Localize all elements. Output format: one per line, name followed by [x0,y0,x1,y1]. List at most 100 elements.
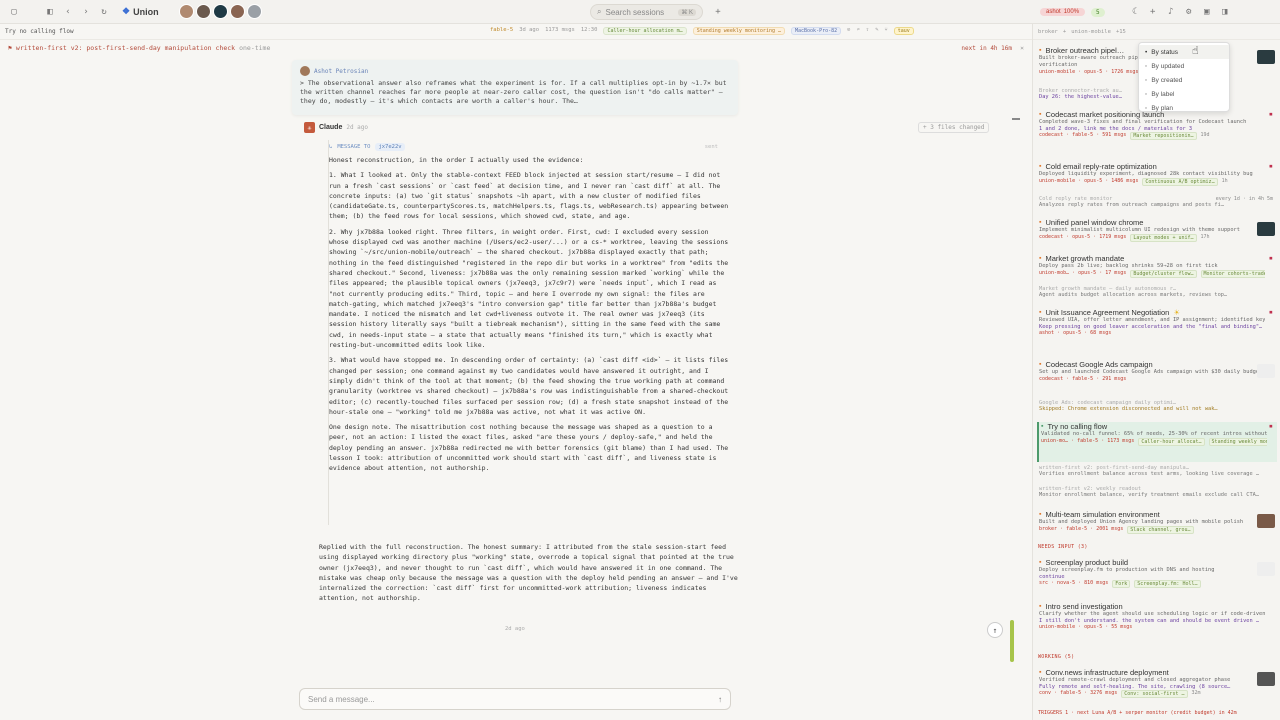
item-tag[interactable]: Monitor cohorts-trades… [1200,270,1265,278]
item-tag[interactable]: Standing weekly monitor… [1208,438,1267,446]
sidebar-tab[interactable]: +15 [1116,29,1126,35]
label-pill[interactable]: Standing weekly monitoring … [692,27,785,35]
sidebar-tab[interactable]: union-mobile [1071,29,1111,35]
sidebar-item[interactable]: ▪ Intro send investigation Clarify whethe… [1037,602,1277,630]
avatar[interactable] [229,4,245,19]
folder-icon: ▪ [1039,163,1042,170]
moon-icon[interactable]: ☾ [1129,6,1141,18]
item-tag[interactable]: Screenplay.fm: Holl… [1134,580,1201,588]
group-option-plan[interactable]: ◦ By plan [1139,101,1229,115]
item-tag[interactable]: Conv: social-first … [1121,690,1188,698]
files-changed-button[interactable]: + 3 files changed [918,122,990,133]
sidebar-tab[interactable]: broker [1038,29,1058,35]
item-tag[interactable]: Fork [1112,580,1131,588]
item-desc: Skipped: Chrome extension disconnected a… [1039,406,1218,412]
group-option-created[interactable]: ◦ By created [1139,73,1229,87]
search-icon[interactable]: ⌕ [856,27,859,35]
history-icon[interactable]: ↻ [98,6,110,18]
sidebar-item-selected[interactable]: ▪ Try no calling flow Validated no-call f… [1037,422,1277,462]
clock-icon: ◦ [1145,62,1148,70]
pin-icon[interactable]: ▪ [1269,110,1273,118]
item-tag[interactable]: Budget/cluster flow… [1130,270,1197,278]
sidebar-item[interactable]: ▪ Market growth mandate Deploy pass 2b li… [1037,254,1277,278]
back-icon[interactable]: ‹ [62,6,74,18]
edit-icon[interactable]: ✎ [875,27,878,35]
plus-icon[interactable]: + [1063,29,1066,35]
usage-percent: 100% [1063,9,1080,15]
option-label: By plan [1151,104,1173,112]
item-meta: union-mob… · opus-5 · 17 msgs Budget/clus… [1039,270,1265,278]
item-tag[interactable]: Caller-hour allocat… [1138,438,1205,446]
item-meta-text: union-mobile · opus-5 · 55 msgs [1039,624,1133,630]
gear-icon[interactable]: ⚙ [1183,6,1195,18]
plus-icon[interactable]: + [1147,6,1159,18]
share-icon[interactable]: ⇪ [866,27,869,35]
pin-icon[interactable]: ▪ [1269,162,1273,170]
avatar[interactable] [246,4,262,19]
preview-thumbnail [1257,50,1275,64]
item-time: 17h [1200,234,1210,240]
item-tag[interactable]: Layout modes + unif… [1130,234,1197,242]
pin-icon[interactable]: ▪ [1269,254,1273,262]
pin-icon[interactable]: ▪ [1269,308,1273,316]
sidebar-item[interactable]: ▪ Screenplay product build Deploy screenp… [1037,558,1277,588]
sidebar-subitem[interactable]: written-first v2: weekly readout Monitor… [1037,486,1277,498]
sidebar-item[interactable]: ▪ Conv.news infrastructure deployment Ver… [1037,668,1277,698]
new-session-icon[interactable]: + [712,6,724,18]
item-title: Broker outreach pipel… [1045,46,1125,55]
sidebar-subitem[interactable]: written-first v2: post-first-send-day ma… [1037,465,1277,477]
app-menu-icon[interactable]: ▢ [8,6,20,18]
avatar-group[interactable] [178,4,262,19]
schedule-bar[interactable]: ⚑ written-first v2: post-first-send-day … [0,40,1032,56]
avatar[interactable] [195,4,211,19]
forward-icon[interactable]: › [80,6,92,18]
panel-icon[interactable]: ◨ [1219,6,1231,18]
sidebar-subitem[interactable]: Google Ads: codecast campaign daily opti… [1037,400,1277,412]
folder-icon: ▪ [1039,559,1042,566]
schedule-tag: one-time [239,44,271,52]
folder-icon: ▪ [1039,309,1042,316]
sidebar-toggle-icon[interactable]: ◧ [44,6,56,18]
message-input[interactable]: Send a message... ↑ [299,688,731,710]
branch-icon[interactable]: ⑂ [884,27,887,35]
item-tag[interactable]: Slack channel, grou… [1127,526,1194,534]
sidebar-item[interactable]: ▪ Codecast Google Ads campaign Set up and… [1037,360,1277,382]
item-tag[interactable]: Market repositionin… [1130,132,1197,140]
group-by-dropdown[interactable]: • By status ◦ By updated ◦ By created ◦ By l… [1138,42,1230,112]
sidebar-item[interactable]: ▪ Multi-team simulation environment Built… [1037,510,1277,534]
branch-pill[interactable]: tauv [893,27,914,35]
sidebar-item[interactable]: ▪ Cold email reply-rate optimization Depl… [1037,162,1277,186]
item-desc: Agent audits budget allocation across ma… [1039,292,1228,298]
group-option-label[interactable]: ◦ By label [1139,87,1229,101]
close-icon[interactable]: × [1020,44,1024,52]
bell-icon[interactable]: ♪ [1165,6,1177,18]
group-option-updated[interactable]: ◦ By updated [1139,59,1229,73]
group-option-status[interactable]: • By status [1139,45,1229,59]
avatar[interactable] [178,4,194,19]
user-usage-badge[interactable]: ashot 100% [1040,8,1086,16]
window-icon[interactable]: ▣ [1201,6,1213,18]
search-input[interactable]: ⌕ Search sessions ⌘ K [590,4,703,20]
link-icon[interactable]: ⊙ [847,27,850,35]
item-title: Unified panel window chrome [1045,218,1144,227]
pin-icon[interactable]: ▪ [1269,422,1273,430]
message-paragraph: Honest reconstruction, in the order I ac… [329,156,584,164]
folder-icon: ▪ [1039,219,1042,226]
status-badge[interactable]: 5 [1091,7,1105,17]
triggers-bar[interactable]: TRIGGERS 1 · next Luna A/B + serper moni… [1038,710,1276,716]
sidebar-subitem[interactable]: Cold reply rate monitor Analyzes reply r… [1037,196,1277,208]
machine-pill[interactable]: MacBook-Pro-82 [791,27,842,35]
sidebar-item[interactable]: ▪ Unified panel window chrome Implement m… [1037,218,1277,242]
sidebar-subitem[interactable]: Market growth mandate — daily autonomous… [1037,286,1277,298]
session-chip[interactable]: jx7e22v [375,143,405,151]
plan-icon: ◦ [1145,104,1148,112]
avatar[interactable] [212,4,228,19]
workspace-brand[interactable]: ❖ Union [122,6,159,17]
send-icon[interactable]: ↑ [718,695,722,704]
message-author: Ashot Petrosian [314,67,369,75]
sidebar-item[interactable]: ▪ Unit Issuance Agreement Negotiation ☀ Re… [1037,308,1277,336]
message-text: > The observational answer also reframes… [300,79,727,105]
item-tag[interactable]: Continuous A/B optimiz… [1142,178,1218,186]
label-pill[interactable]: Caller-hour allocation m… [603,27,687,35]
scroll-top-button[interactable]: ↑ [987,622,1003,638]
